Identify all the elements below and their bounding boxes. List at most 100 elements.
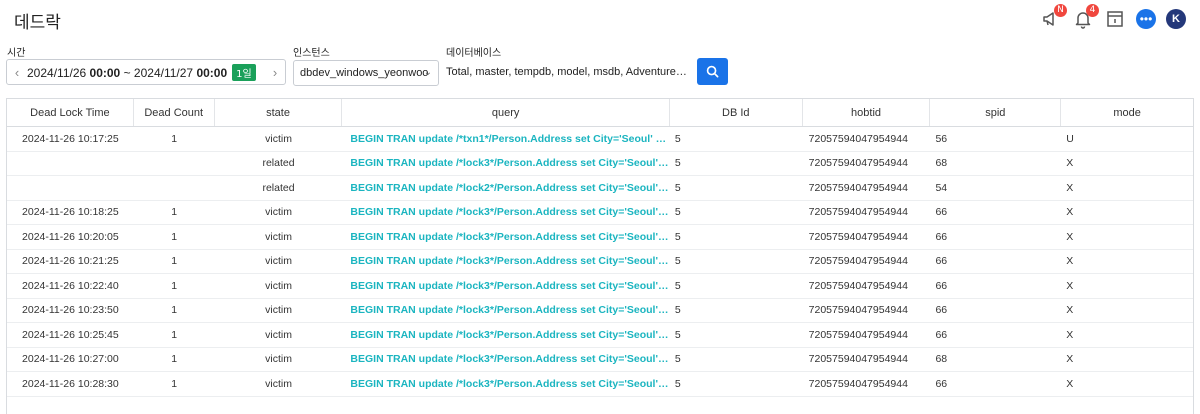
chevron-down-icon: ⌄	[423, 67, 432, 78]
alarm-button[interactable]: 4	[1072, 4, 1099, 30]
cell-count: 1	[171, 230, 178, 243]
cell-db-id: 5	[674, 279, 681, 292]
time-from-date: 2024/11/26	[27, 65, 87, 80]
column-header-spid[interactable]: spid	[930, 99, 1062, 126]
database-select[interactable]: Total, master, tempdb, model, msdb, Adve…	[446, 66, 692, 78]
cell-mode: X	[1066, 181, 1074, 194]
cell-time: 2024-11-26 10:25:45	[22, 328, 119, 341]
instance-select[interactable]: dbdev_windows_yeonwoo ⌄	[293, 60, 439, 86]
cell-query[interactable]: BEGIN TRAN update /*lock2*/Person.Addres…	[342, 182, 669, 194]
cell-query[interactable]: BEGIN TRAN update /*lock3*/Person.Addres…	[342, 206, 669, 218]
cell-query[interactable]: BEGIN TRAN update /*lock3*/Person.Addres…	[342, 353, 669, 365]
notice-badge: N	[1054, 4, 1067, 17]
cell-query[interactable]: BEGIN TRAN update /*lock3*/Person.Addres…	[342, 255, 669, 267]
cell-spid: 66	[935, 206, 948, 219]
time-sep: ~	[123, 65, 131, 80]
column-header-db-id[interactable]: DB Id	[670, 99, 803, 126]
cell-query[interactable]: BEGIN TRAN update /*txn1*/Person.Address…	[342, 133, 669, 145]
cell-hobtid: 72057594047954944	[808, 328, 908, 341]
table-row[interactable]: 2024-11-26 10:28:30 1 victim BEGIN TRAN upd…	[7, 372, 1193, 397]
cell-mode: X	[1066, 377, 1074, 390]
cell-mode: X	[1066, 353, 1074, 366]
top-bar: 데드락 N 4 ••• K	[0, 0, 1200, 40]
cell-state: victim	[265, 255, 292, 268]
megaphone-button[interactable]: N	[1040, 4, 1067, 30]
cell-count: 1	[171, 304, 178, 317]
table-row[interactable]: 2024-11-26 10:22:40 1 victim BEGIN TRAN upd…	[7, 274, 1193, 299]
column-header-deadlock-time[interactable]: Dead Lock Time	[7, 99, 134, 126]
cell-query[interactable]: BEGIN TRAN update /*lock3*/Person.Addres…	[342, 378, 669, 390]
chevron-left-icon[interactable]: ‹	[7, 65, 27, 80]
cell-hobtid: 72057594047954944	[808, 157, 908, 170]
cell-db-id: 5	[674, 304, 681, 317]
table-body: 2024-11-26 10:17:25 1 victim BEGIN TRAN upd…	[7, 127, 1193, 397]
cell-state: victim	[265, 206, 292, 219]
column-header-dead-count[interactable]: Dead Count	[134, 99, 215, 126]
cell-count: 1	[171, 206, 178, 219]
cell-hobtid: 72057594047954944	[808, 377, 908, 390]
cell-query[interactable]: BEGIN TRAN update /*lock3*/Person.Addres…	[342, 157, 669, 169]
table-row[interactable]: 2024-11-26 10:23:50 1 victim BEGIN TRAN upd…	[7, 299, 1193, 323]
cell-query[interactable]: BEGIN TRAN update /*lock3*/Person.Addres…	[342, 329, 669, 341]
cell-spid: 66	[935, 279, 948, 292]
table-row[interactable]: 2024-11-26 10:20:05 1 victim BEGIN TRAN upd…	[7, 225, 1193, 250]
cell-hobtid: 72057594047954944	[808, 279, 908, 292]
search-button[interactable]	[697, 58, 728, 85]
cell-time: 2024-11-26 10:23:50	[22, 304, 119, 317]
table-row[interactable]: related BEGIN TRAN update /*lock2*/Person…	[7, 176, 1193, 201]
column-header-hobtid[interactable]: hobtid	[803, 99, 931, 126]
cell-db-id: 5	[674, 206, 681, 219]
cell-hobtid: 72057594047954944	[808, 230, 908, 243]
cell-mode: X	[1066, 255, 1074, 268]
cell-hobtid: 72057594047954944	[808, 304, 908, 317]
chevron-right-icon[interactable]: ›	[265, 65, 285, 80]
cell-hobtid: 72057594047954944	[808, 132, 908, 145]
column-header-mode[interactable]: mode	[1061, 99, 1193, 126]
time-from-hm: 00:00	[89, 65, 121, 80]
avatar[interactable]: K	[1166, 9, 1186, 29]
cell-query[interactable]: BEGIN TRAN update /*lock3*/Person.Addres…	[342, 280, 669, 292]
table-row[interactable]: related BEGIN TRAN update /*lock3*/Person…	[7, 152, 1193, 176]
time-to-hm: 00:00	[196, 65, 228, 80]
cell-spid: 66	[935, 304, 948, 317]
column-header-state[interactable]: state	[215, 99, 343, 126]
cell-state: victim	[265, 132, 292, 145]
cell-mode: X	[1066, 230, 1074, 243]
cell-query[interactable]: BEGIN TRAN update /*lock3*/Person.Addres…	[342, 304, 669, 316]
search-icon	[706, 65, 719, 78]
cell-time: 2024-11-26 10:21:25	[22, 255, 119, 268]
database-label: 데이터베이스	[446, 48, 502, 59]
notice-board-button[interactable]	[1104, 8, 1126, 30]
cell-mode: X	[1066, 206, 1074, 219]
cell-query[interactable]: BEGIN TRAN update /*lock3*/Person.Addres…	[342, 231, 669, 243]
filter-bar: 시간 ‹ 2024/11/26 00:00 ~ 2024/11/27 00:00…	[0, 40, 1200, 92]
cell-state: victim	[265, 279, 292, 292]
time-to-date: 2024/11/27	[133, 65, 194, 80]
cell-db-id: 5	[674, 255, 681, 268]
cell-state: victim	[265, 304, 292, 317]
cell-mode: X	[1066, 279, 1074, 292]
time-range-text[interactable]: 2024/11/26 00:00 ~ 2024/11/27 00:00 1일	[27, 63, 265, 81]
chat-icon[interactable]: •••	[1136, 9, 1156, 29]
cell-count: 1	[171, 328, 178, 341]
deadlock-table: Dead Lock Time Dead Count state query DB…	[6, 98, 1194, 414]
cell-time: 2024-11-26 10:28:30	[22, 377, 119, 390]
cell-db-id: 5	[674, 328, 681, 341]
time-label: 시간	[7, 48, 26, 59]
table-row[interactable]: 2024-11-26 10:18:25 1 victim BEGIN TRAN upd…	[7, 201, 1193, 225]
cell-db-id: 5	[674, 181, 681, 194]
cell-spid: 66	[935, 230, 948, 243]
table-row[interactable]: 2024-11-26 10:21:25 1 victim BEGIN TRAN upd…	[7, 250, 1193, 274]
cell-spid: 66	[935, 255, 948, 268]
time-range-picker[interactable]: ‹ 2024/11/26 00:00 ~ 2024/11/27 00:00 1일 …	[6, 59, 286, 85]
cell-state: victim	[265, 230, 292, 243]
table-row[interactable]: 2024-11-26 10:17:25 1 victim BEGIN TRAN upd…	[7, 127, 1193, 152]
table-row[interactable]: 2024-11-26 10:25:45 1 victim BEGIN TRAN upd…	[7, 323, 1193, 348]
table-row[interactable]: 2024-11-26 10:27:00 1 victim BEGIN TRAN upd…	[7, 348, 1193, 372]
table-header: Dead Lock Time Dead Count state query DB…	[7, 99, 1193, 127]
page-title: 데드락	[14, 13, 61, 33]
column-header-query[interactable]: query	[342, 99, 670, 126]
cell-db-id: 5	[674, 132, 681, 145]
cell-count: 1	[171, 353, 178, 366]
cell-hobtid: 72057594047954944	[808, 353, 908, 366]
